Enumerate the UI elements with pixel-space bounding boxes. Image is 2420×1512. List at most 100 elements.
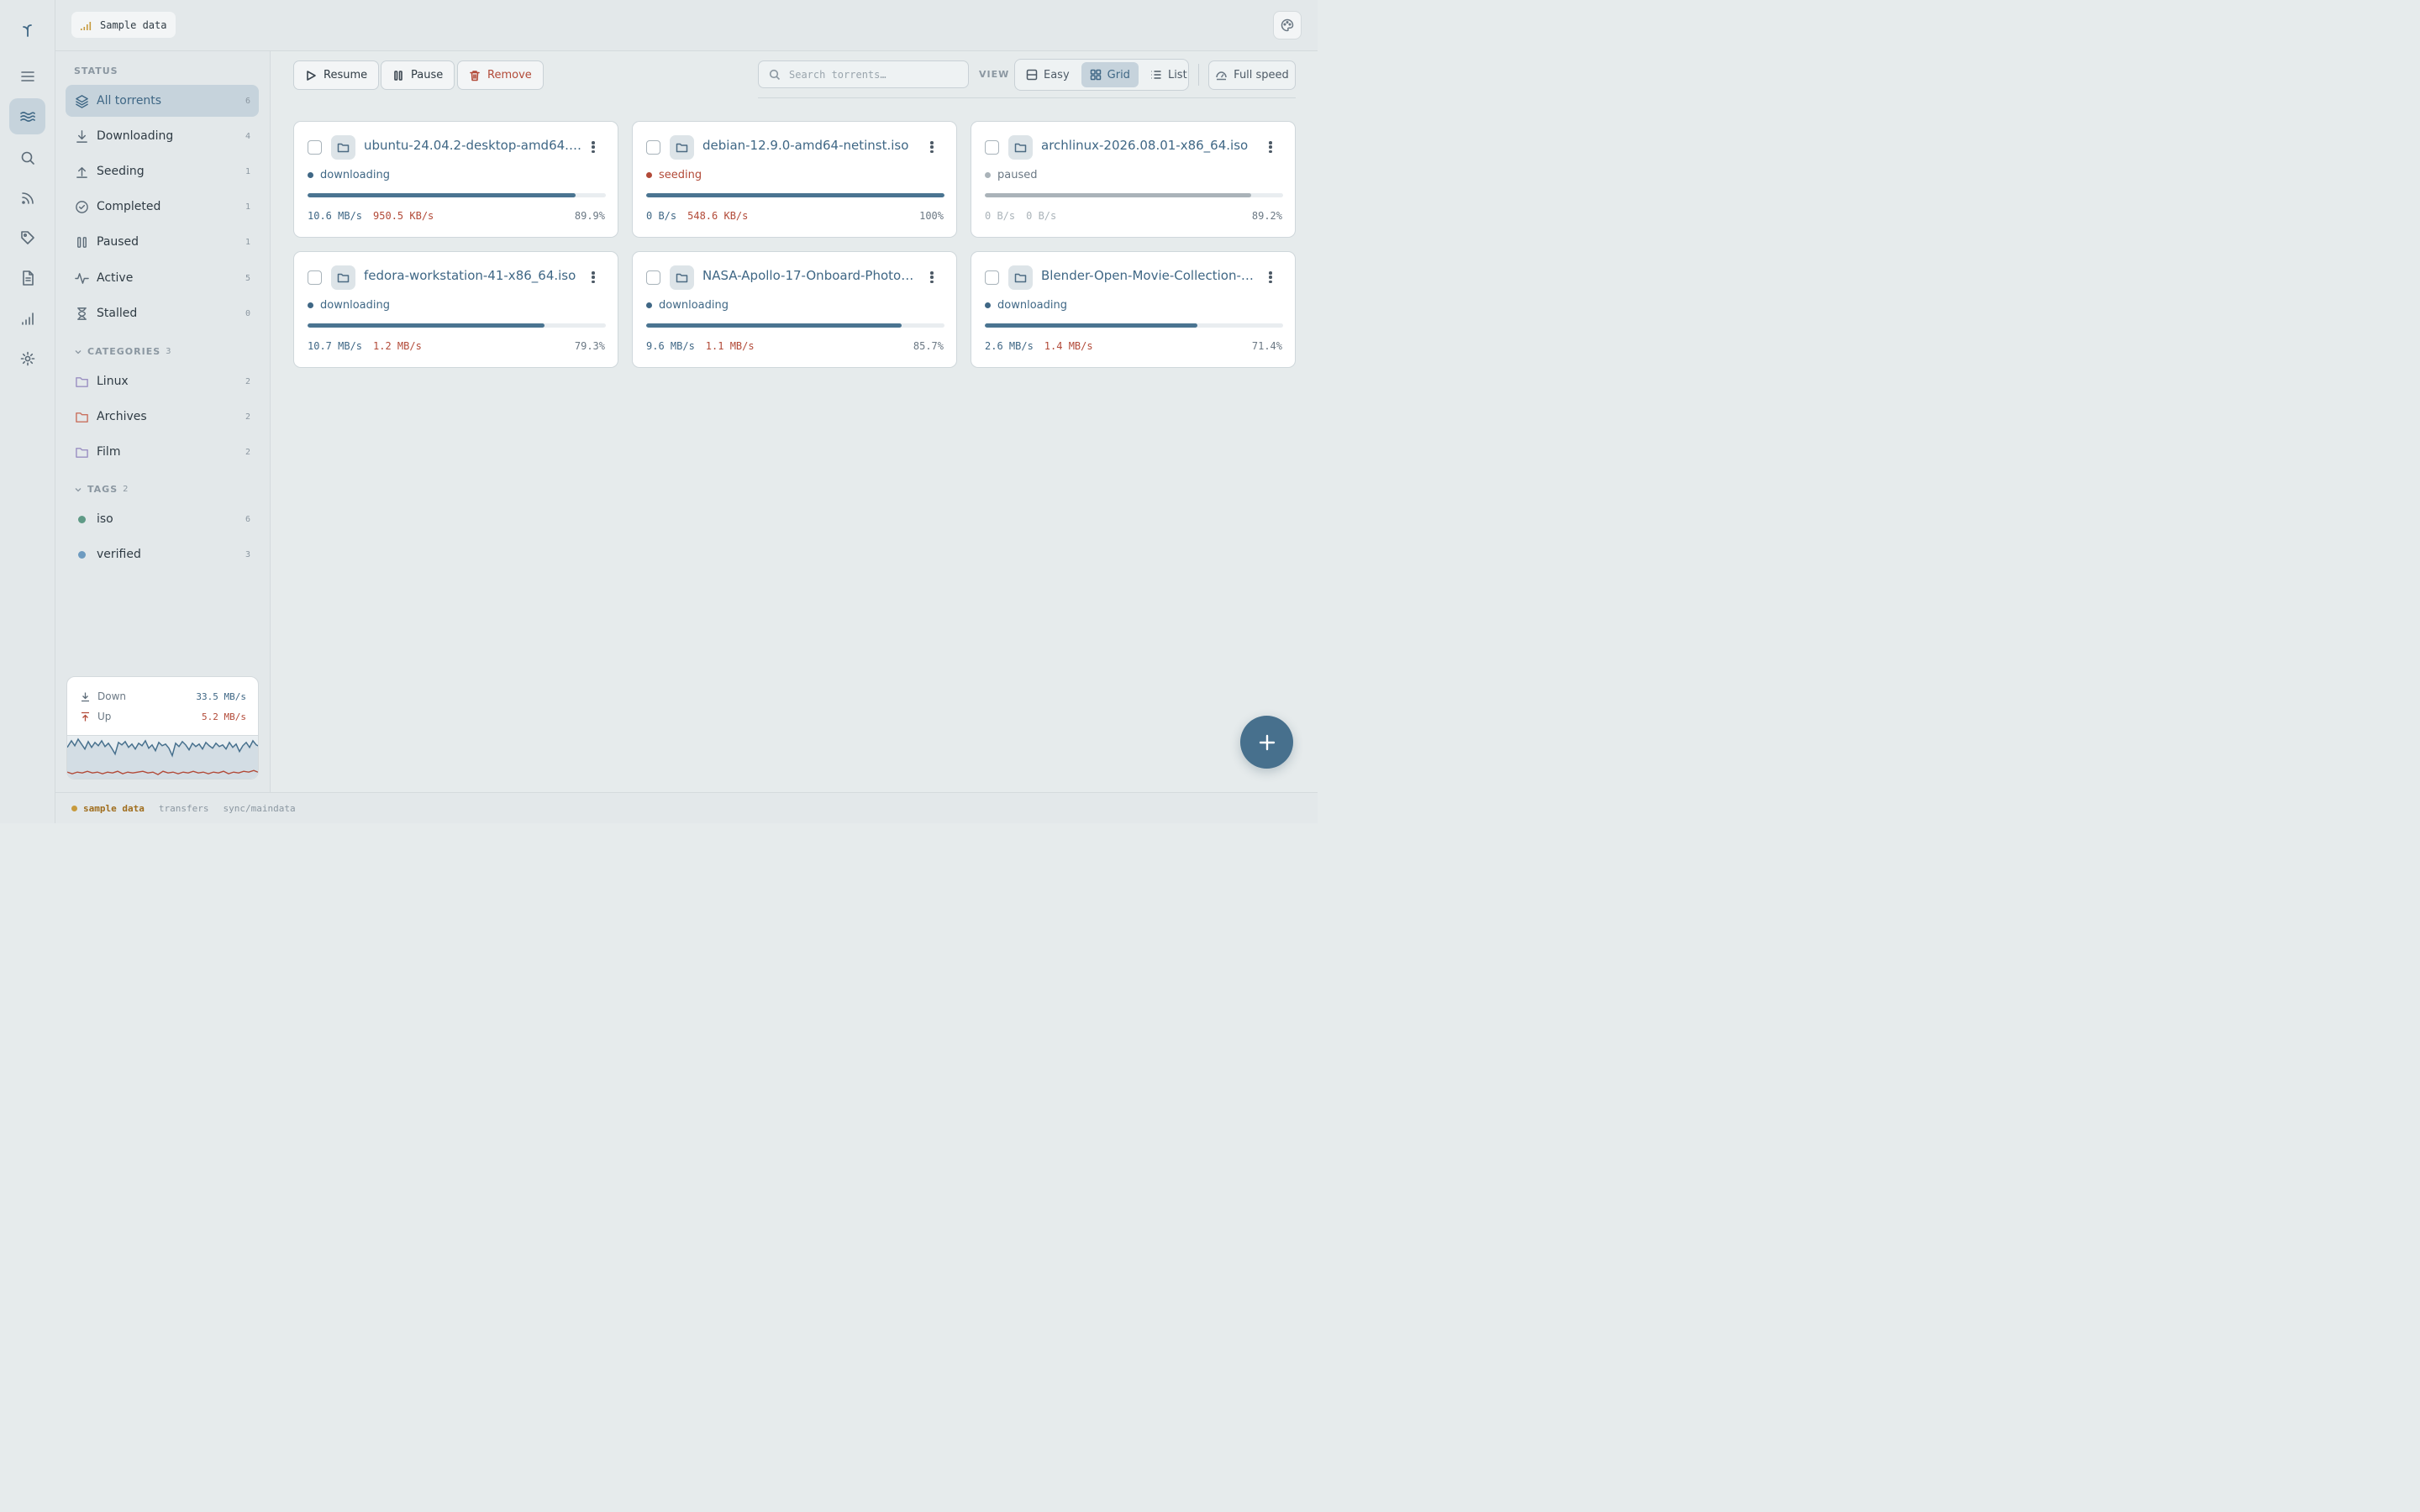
pause-button[interactable]: Pause bbox=[381, 60, 455, 90]
more-options-icon[interactable] bbox=[587, 139, 599, 155]
torrent-name[interactable]: NASA-Apollo-17-Onboard-Photog... bbox=[702, 268, 921, 283]
sidebar-item-archives[interactable]: Archives 2 bbox=[66, 401, 259, 433]
sidebar-item-paused[interactable]: Paused 1 bbox=[66, 226, 259, 258]
sidebar-item-stalled[interactable]: Stalled 0 bbox=[66, 297, 259, 329]
search-icon[interactable] bbox=[9, 139, 45, 176]
sidebar-item-all-torrents[interactable]: All torrents 6 bbox=[66, 85, 259, 117]
torrent-speeds: 10.7 MB/s 1.2 MB/s bbox=[308, 340, 422, 352]
add-torrent-button[interactable] bbox=[1240, 716, 1293, 769]
view-list-button[interactable]: List bbox=[1142, 62, 1196, 87]
progress-fill bbox=[308, 323, 544, 328]
torrent-card[interactable]: ubuntu-24.04.2-desktop-amd64.iso download… bbox=[293, 121, 618, 238]
log-document-icon[interactable] bbox=[9, 260, 45, 296]
torrent-card[interactable]: fedora-workstation-41-x86_64.iso download… bbox=[293, 251, 618, 368]
progress-bar bbox=[985, 193, 1283, 197]
torrent-name[interactable]: ubuntu-24.04.2-desktop-amd64.iso bbox=[364, 138, 582, 153]
sidebar-item-downloading[interactable]: Downloading 4 bbox=[66, 120, 259, 152]
torrent-card[interactable]: Blender-Open-Movie-Collection-2... downlo… bbox=[971, 251, 1296, 368]
progress-bar bbox=[646, 193, 944, 197]
more-options-icon[interactable] bbox=[926, 270, 938, 285]
torrent-name[interactable]: debian-12.9.0-amd64-netinst.iso bbox=[702, 138, 921, 153]
torrent-card[interactable]: debian-12.9.0-amd64-netinst.iso seeding 0 … bbox=[632, 121, 957, 238]
sample-data-label: Sample data bbox=[100, 18, 167, 31]
progress-bar bbox=[646, 323, 944, 328]
full-speed-button[interactable]: Full speed bbox=[1208, 60, 1296, 90]
rss-icon[interactable] bbox=[9, 180, 45, 216]
more-options-icon[interactable] bbox=[1265, 270, 1276, 285]
progress-percent: 89.9% bbox=[574, 210, 605, 222]
sidebar-item-completed[interactable]: Completed 1 bbox=[66, 191, 259, 223]
state-dot bbox=[308, 302, 313, 308]
search-box[interactable] bbox=[758, 60, 969, 88]
progress-percent: 79.3% bbox=[574, 340, 605, 352]
select-checkbox[interactable] bbox=[308, 270, 322, 285]
tag-color-dot bbox=[77, 515, 86, 523]
sidebar-item-film[interactable]: Film 2 bbox=[66, 436, 259, 468]
select-checkbox[interactable] bbox=[646, 140, 660, 155]
download-speed: 9.6 MB/s bbox=[646, 340, 695, 352]
tags-heading[interactable]: TAGS 2 bbox=[74, 484, 129, 495]
torrent-speeds: 10.6 MB/s 950.5 KB/s bbox=[308, 210, 434, 222]
resume-button[interactable]: Resume bbox=[293, 60, 380, 90]
chevron-down-icon bbox=[75, 349, 82, 354]
sidebar-item-label: Linux bbox=[97, 375, 129, 388]
sidebar-item-label: Film bbox=[97, 445, 121, 459]
more-options-icon[interactable] bbox=[587, 270, 599, 285]
nav-rail bbox=[0, 0, 55, 823]
torrents-waves-icon[interactable] bbox=[9, 98, 45, 134]
progress-percent: 100% bbox=[919, 210, 944, 222]
sidebar-item-linux[interactable]: Linux 2 bbox=[66, 365, 259, 397]
settings-gear-icon[interactable] bbox=[9, 340, 45, 376]
sidebar-item-count: 4 bbox=[245, 131, 250, 141]
theme-palette-button[interactable] bbox=[1273, 11, 1302, 39]
view-easy-button[interactable]: Easy bbox=[1018, 62, 1078, 87]
sidebar-item-tag-iso[interactable]: iso 6 bbox=[66, 503, 259, 535]
search-input[interactable] bbox=[789, 68, 957, 81]
select-checkbox[interactable] bbox=[985, 140, 999, 155]
select-checkbox[interactable] bbox=[646, 270, 660, 285]
logo-icon[interactable] bbox=[9, 12, 45, 48]
download-speed: 0 B/s bbox=[985, 210, 1016, 222]
remove-button[interactable]: Remove bbox=[457, 60, 544, 90]
torrent-name[interactable]: archlinux-2026.08.01-x86_64.iso bbox=[1041, 138, 1260, 153]
torrent-name[interactable]: fedora-workstation-41-x86_64.iso bbox=[364, 268, 582, 283]
state-dot bbox=[646, 302, 652, 308]
sidebar-item-seeding[interactable]: Seeding 1 bbox=[66, 155, 259, 187]
sidebar-item-count: 5 bbox=[245, 273, 250, 283]
state-dot bbox=[985, 302, 991, 308]
torrent-name[interactable]: Blender-Open-Movie-Collection-2... bbox=[1041, 268, 1260, 283]
sidebar-item-count: 3 bbox=[245, 549, 250, 559]
view-grid-button[interactable]: Grid bbox=[1081, 62, 1139, 87]
status-bar: sample data transfers sync/maindata bbox=[55, 792, 1318, 823]
stats-icon[interactable] bbox=[9, 300, 45, 336]
torrent-card[interactable]: NASA-Apollo-17-Onboard-Photog... download… bbox=[632, 251, 957, 368]
tag-icon[interactable] bbox=[9, 219, 45, 255]
select-checkbox[interactable] bbox=[308, 140, 322, 155]
torrent-state: paused bbox=[985, 169, 1037, 181]
categories-heading[interactable]: CATEGORIES 3 bbox=[74, 346, 171, 357]
upload-speed: 950.5 KB/s bbox=[373, 210, 434, 222]
state-dot bbox=[985, 172, 991, 178]
chevron-down-icon bbox=[75, 487, 82, 491]
progress-fill bbox=[646, 323, 902, 328]
more-options-icon[interactable] bbox=[1265, 139, 1276, 155]
more-options-icon[interactable] bbox=[926, 139, 938, 155]
sidebar-item-active[interactable]: Active 5 bbox=[66, 262, 259, 294]
download-icon bbox=[74, 129, 89, 144]
select-checkbox[interactable] bbox=[985, 270, 999, 285]
divider bbox=[758, 97, 1296, 98]
progress-fill bbox=[985, 193, 1251, 197]
sidebar-item-label: verified bbox=[97, 548, 141, 561]
list-icon bbox=[1151, 71, 1161, 79]
menu-icon[interactable] bbox=[9, 58, 45, 94]
torrent-card[interactable]: archlinux-2026.08.01-x86_64.isopaused 0 B… bbox=[971, 121, 1296, 238]
sample-data-badge[interactable]: Sample data bbox=[71, 12, 176, 38]
app-window: Sample data STATUS All torrents 6 Downlo… bbox=[0, 0, 1318, 823]
check-circle-icon bbox=[74, 199, 89, 214]
sidebar-item-count: 1 bbox=[245, 166, 250, 176]
speed-sparkline bbox=[67, 735, 258, 779]
sidebar-item-tag-verified[interactable]: verified 3 bbox=[66, 538, 259, 570]
folder-icon bbox=[1008, 265, 1033, 290]
sample-data-status: sample data bbox=[71, 803, 145, 814]
upload-speed: 1.1 MB/s bbox=[705, 340, 755, 352]
